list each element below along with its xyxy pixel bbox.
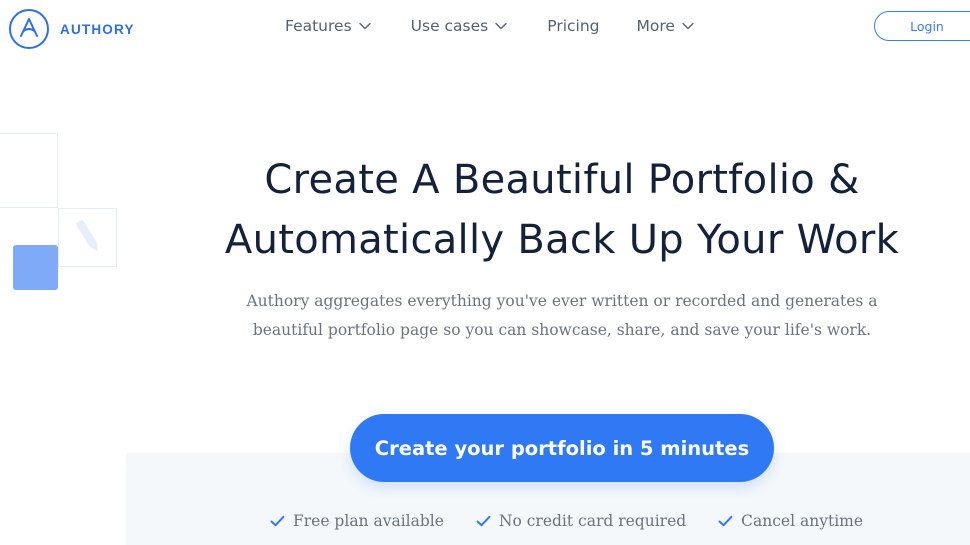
check-icon [718, 515, 733, 527]
logo[interactable]: AUTHORY [8, 8, 135, 50]
hero-subtitle: Authory aggregates everything you've eve… [0, 287, 970, 345]
nav-item-more[interactable]: More [637, 16, 694, 36]
nav-item-label: Pricing [547, 17, 600, 35]
nav-item-label: Features [285, 17, 352, 35]
chevron-down-icon [358, 22, 371, 30]
feature-label: Cancel anytime [741, 512, 864, 530]
hero-title-line: Automatically Back Up Your Work [224, 217, 900, 263]
brand-name: AUTHORY [60, 21, 135, 37]
feature-item: Cancel anytime [718, 510, 863, 532]
nav-item-label: Use cases [410, 17, 489, 35]
main-nav: Features Use cases Pricing More [285, 16, 734, 36]
authory-logo-icon [9, 9, 49, 49]
check-icon [270, 515, 285, 527]
hero-title: Create A Beautiful Portfolio & Automatic… [0, 150, 970, 270]
feature-list: Free plan available No credit card requi… [270, 510, 863, 532]
check-icon [476, 515, 491, 527]
hero-subtitle-line: Authory aggregates everything you've eve… [246, 292, 878, 310]
chevron-down-icon [495, 22, 507, 30]
hero-title-line: Create A Beautiful Portfolio & [264, 157, 860, 203]
nav-item-label: More [636, 17, 675, 35]
create-portfolio-button[interactable]: Create your portfolio in 5 minutes [350, 414, 774, 482]
chevron-down-icon [682, 22, 694, 30]
feature-label: No credit card required [498, 512, 687, 530]
nav-item-features[interactable]: Features [285, 16, 371, 36]
hero-subtitle-line: beautiful portfolio page so you can show… [252, 321, 872, 339]
nav-item-pricing[interactable]: Pricing [547, 16, 599, 36]
feature-item: No credit card required [476, 510, 686, 532]
feature-item: Free plan available [270, 510, 444, 532]
landing-page: AUTHORY Features Use cases Pricing More … [0, 0, 970, 545]
nav-item-use-cases[interactable]: Use cases [411, 16, 508, 36]
feature-label: Free plan available [293, 512, 444, 530]
login-button[interactable]: Login [874, 11, 970, 41]
